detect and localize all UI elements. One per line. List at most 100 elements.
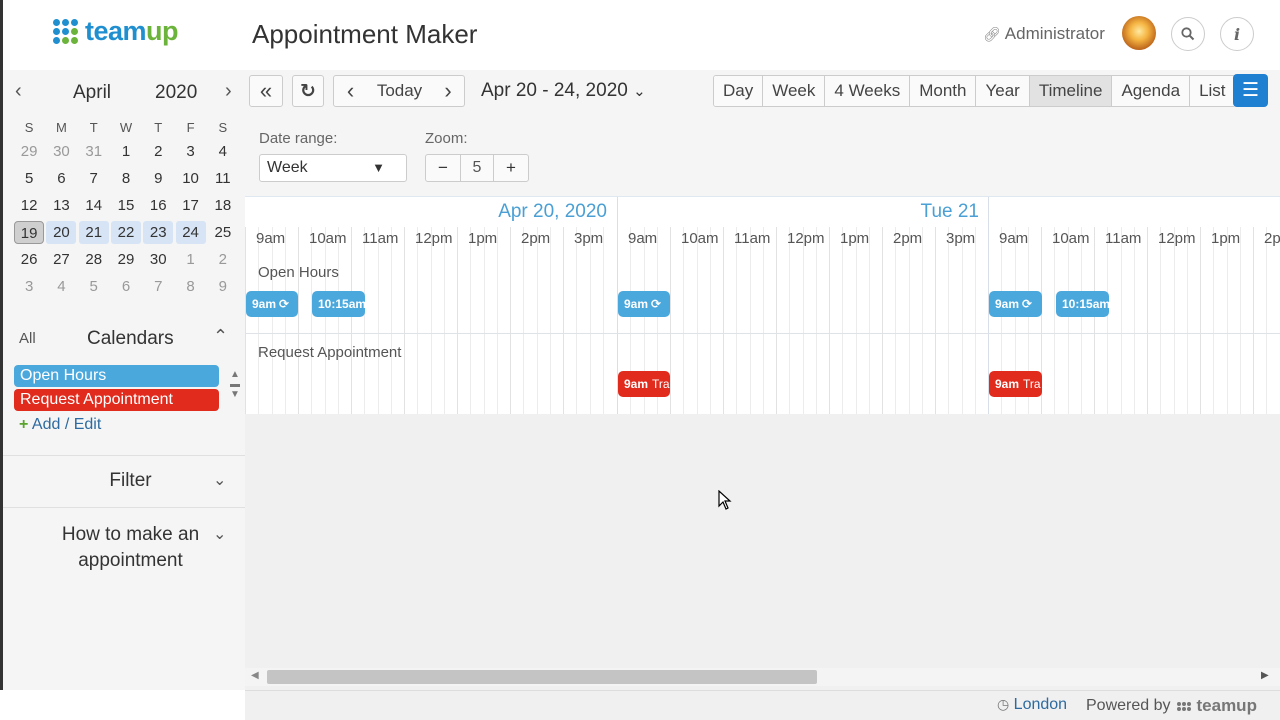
scroll-right-icon[interactable]: ▶ <box>1261 670 1269 681</box>
calendar-item-request-appointment[interactable]: Request Appointment <box>14 389 219 411</box>
mini-calendar-day[interactable]: 17 <box>174 192 206 219</box>
today-button[interactable]: Today <box>367 75 433 107</box>
event-open-hours[interactable]: 9am ⟳ <box>618 291 670 317</box>
mini-calendar-day[interactable]: 4 <box>45 273 77 300</box>
prev-period-button[interactable]: ‹ <box>333 75 368 107</box>
next-period-button[interactable]: › <box>432 75 465 107</box>
event-request-appointment[interactable]: 9am Tra <box>989 371 1042 397</box>
view-year[interactable]: Year <box>976 76 1030 106</box>
calendar-list-scroller[interactable]: ▲ ▬ ▼ <box>230 370 240 400</box>
horizontal-scrollbar[interactable]: ◀ ▶ <box>245 668 1280 686</box>
mini-calendar-day[interactable]: 15 <box>110 192 142 219</box>
date-range-select[interactable]: Week ▼ <box>259 154 407 182</box>
mini-calendar-month[interactable]: April <box>73 82 111 104</box>
mini-calendar-day[interactable]: 26 <box>13 246 45 273</box>
mini-calendar-day[interactable]: 1 <box>110 138 142 165</box>
mini-calendar-day[interactable]: 5 <box>78 273 110 300</box>
mini-calendar-day[interactable]: 28 <box>78 246 110 273</box>
view-day[interactable]: Day <box>714 76 764 106</box>
mini-calendar-day[interactable]: 13 <box>45 192 77 219</box>
mini-calendar-day[interactable]: 5 <box>13 165 45 192</box>
mini-calendar-day[interactable]: 7 <box>78 165 110 192</box>
grid-line <box>1200 227 1201 414</box>
view-week[interactable]: Week <box>763 76 826 106</box>
mini-calendar-day[interactable]: 4 <box>207 138 239 165</box>
mini-calendar-day[interactable]: 16 <box>142 192 174 219</box>
mini-calendar-day[interactable]: 9 <box>142 165 174 192</box>
calendars-title[interactable]: Calendars <box>87 328 174 350</box>
hour-label: 12pm <box>787 230 825 247</box>
view-list[interactable]: List <box>1190 76 1235 106</box>
date-range-picker[interactable]: Apr 20 - 24, 2020 ⌄ <box>481 80 646 102</box>
mini-calendar-day[interactable]: 2 <box>142 138 174 165</box>
howto-section[interactable]: How to make an appointment ⌄ <box>3 507 248 577</box>
chevron-up-icon[interactable]: ⌃ <box>213 326 228 347</box>
view-timeline[interactable]: Timeline <box>1029 76 1113 106</box>
mini-calendar-day[interactable]: 21 <box>78 219 110 246</box>
scroll-left-icon[interactable]: ◀ <box>251 670 259 681</box>
mini-calendar-day[interactable]: 31 <box>78 138 110 165</box>
zoom-in-button[interactable]: + <box>494 155 528 181</box>
prev-month-button[interactable]: ‹ <box>15 80 22 103</box>
view-agenda[interactable]: Agenda <box>1112 76 1191 106</box>
mini-calendar-day[interactable]: 24 <box>174 219 206 246</box>
chevron-right-icon: › <box>444 78 452 103</box>
search-button[interactable] <box>1171 17 1205 51</box>
mini-calendar-day[interactable]: 27 <box>45 246 77 273</box>
avatar[interactable] <box>1122 16 1156 50</box>
jump-back-button[interactable]: « <box>249 75 283 107</box>
mini-calendar-day[interactable]: 22 <box>110 219 142 246</box>
mini-calendar-day[interactable]: 19 <box>13 219 45 246</box>
mini-calendar-day[interactable]: 8 <box>110 165 142 192</box>
select-all-calendars[interactable]: All <box>19 330 36 347</box>
mini-calendar-day[interactable]: 10 <box>174 165 206 192</box>
view-4-weeks[interactable]: 4 Weeks <box>825 76 911 106</box>
mini-calendar-day[interactable]: 2 <box>207 246 239 273</box>
main-menu-button[interactable]: ☰ <box>1233 74 1268 107</box>
mini-calendar-day[interactable]: 23 <box>142 219 174 246</box>
mini-calendar-day[interactable]: 18 <box>207 192 239 219</box>
mini-calendar-day[interactable]: 1 <box>174 246 206 273</box>
refresh-button[interactable]: ↻ <box>292 75 324 107</box>
grid-line <box>537 227 538 414</box>
mini-calendar-day[interactable]: 29 <box>110 246 142 273</box>
calendar-item-open-hours[interactable]: Open Hours <box>14 365 219 387</box>
filter-section[interactable]: Filter ⌄ <box>3 455 248 507</box>
user-access-link[interactable]: 🔗︎ Administrator <box>983 24 1105 44</box>
add-edit-calendars-link[interactable]: + Add / Edit <box>19 416 101 434</box>
mini-calendar-year[interactable]: 2020 <box>155 82 197 104</box>
event-open-hours[interactable]: 9am ⟳ <box>246 291 298 317</box>
view-month[interactable]: Month <box>910 76 977 106</box>
event-open-hours[interactable]: 10:15am <box>1056 291 1109 317</box>
next-month-button[interactable]: › <box>225 80 232 103</box>
timezone-link[interactable]: ◷ London <box>997 696 1067 714</box>
logo-text: teamup <box>85 16 179 46</box>
mini-calendar-day[interactable]: 8 <box>174 273 206 300</box>
teamup-logo[interactable]: teamup <box>53 16 179 47</box>
mini-calendar-day[interactable]: 3 <box>174 138 206 165</box>
mini-calendar-day[interactable]: 6 <box>110 273 142 300</box>
mini-calendar-day[interactable]: 9 <box>207 273 239 300</box>
mini-calendar-day[interactable]: 7 <box>142 273 174 300</box>
zoom-value: 5 <box>460 155 494 181</box>
mini-calendar-day[interactable]: 25 <box>207 219 239 246</box>
mini-calendar-day[interactable]: 12 <box>13 192 45 219</box>
mini-calendar-day[interactable]: 11 <box>207 165 239 192</box>
mini-calendar-day[interactable]: 29 <box>13 138 45 165</box>
info-button[interactable]: i <box>1220 17 1254 51</box>
event-open-hours[interactable]: 9am ⟳ <box>989 291 1042 317</box>
mini-calendar-day[interactable]: 6 <box>45 165 77 192</box>
scrollbar-thumb[interactable] <box>267 670 817 684</box>
grid-line <box>391 227 392 414</box>
event-request-appointment[interactable]: 9am Tra <box>618 371 670 397</box>
powered-by[interactable]: Powered by teamup <box>1086 696 1257 716</box>
grid-line <box>1134 227 1135 414</box>
mini-calendar-day[interactable]: 3 <box>13 273 45 300</box>
weekday-label: M <box>56 119 67 135</box>
event-open-hours[interactable]: 10:15am <box>312 291 365 317</box>
zoom-out-button[interactable]: − <box>426 155 460 181</box>
mini-calendar-day[interactable]: 30 <box>142 246 174 273</box>
mini-calendar-day[interactable]: 30 <box>45 138 77 165</box>
mini-calendar-day[interactable]: 14 <box>78 192 110 219</box>
mini-calendar-day[interactable]: 20 <box>45 219 77 246</box>
